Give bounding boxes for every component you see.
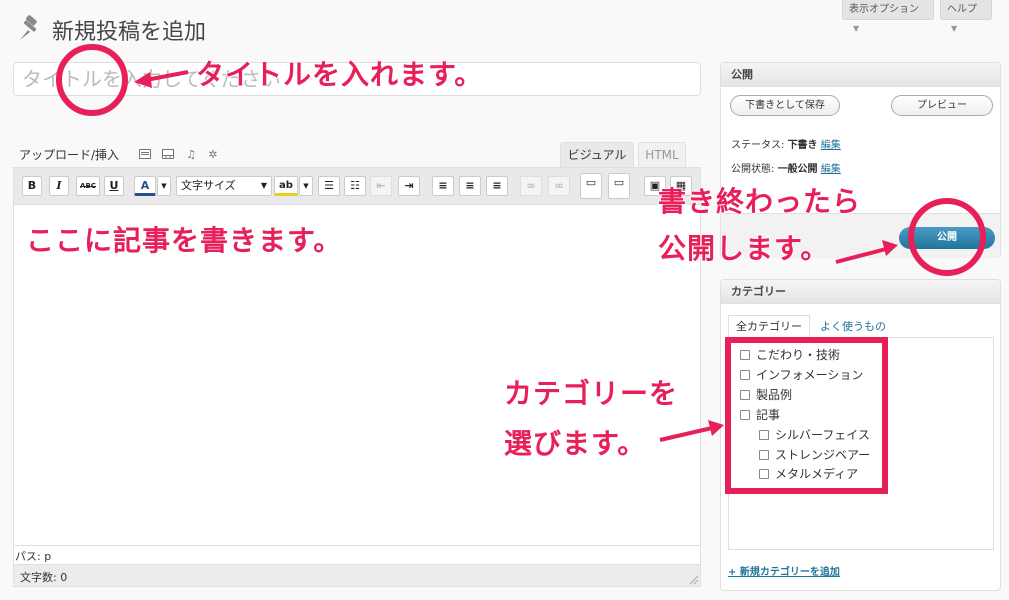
category-label: ストレンジベアー — [775, 448, 871, 462]
category-label: 製品例 — [756, 388, 793, 402]
screen-options-button[interactable]: 表示オプション ▼ — [842, 0, 934, 33]
category-annotation-line2: 選びます。 — [503, 426, 647, 461]
category-item[interactable]: こだわり・技術 — [740, 346, 840, 363]
category-item[interactable]: 記事 — [740, 406, 780, 423]
checkbox[interactable] — [759, 430, 769, 440]
text-color-dropdown[interactable]: ▼ — [157, 176, 171, 196]
link-button[interactable]: ∞ — [520, 176, 542, 196]
publish-box-heading: 公開 — [721, 63, 1000, 87]
numbered-list-button[interactable]: ☷ — [344, 176, 366, 196]
bold-button[interactable]: B — [22, 176, 42, 196]
editor-toolbar: B I ABC U A ▼ 文字サイズ ▼ ab ▼ ☰ ☷ ⇤ ⇥ ≡ ≡ ≡ … — [13, 167, 701, 205]
visibility-row: 公開状態: 一般公開 編集 — [731, 160, 841, 175]
visibility-edit-link[interactable]: 編集 — [821, 164, 841, 175]
font-size-select[interactable]: 文字サイズ ▼ — [176, 176, 272, 196]
category-item[interactable]: ストレンジベアー — [759, 446, 870, 463]
screen-options-label: 表示オプション — [849, 4, 919, 15]
category-label: インフォメーション — [756, 368, 864, 382]
body-annotation: ここに記事を書きます。 — [25, 223, 343, 258]
add-new-category-link[interactable]: + 新規カテゴリーを追加 — [728, 563, 840, 578]
category-item[interactable]: 製品例 — [740, 386, 792, 403]
category-label: メタルメディア — [775, 467, 859, 481]
save-draft-button[interactable]: 下書きとして保存 — [730, 95, 840, 116]
media-icon[interactable]: ✲ — [206, 147, 220, 161]
checkbox[interactable] — [740, 390, 750, 400]
status-edit-link[interactable]: 編集 — [821, 140, 841, 151]
chevron-down-icon: ▼ — [260, 181, 267, 190]
paste-dropdown[interactable]: ▼ — [299, 176, 313, 196]
upload-insert-label: アップロード/挿入 — [19, 148, 120, 162]
help-label: ヘルプ — [947, 4, 977, 15]
checkbox[interactable] — [759, 450, 769, 460]
tab-all-categories[interactable]: 全カテゴリー — [728, 315, 810, 337]
checkbox[interactable] — [740, 410, 750, 420]
status-label: ステータス: — [731, 140, 785, 151]
visibility-label: 公開状態: — [731, 164, 775, 175]
tab-html[interactable]: HTML — [638, 142, 686, 167]
resize-handle-icon[interactable] — [688, 574, 699, 585]
publish-annotation-line1: 書き終わったら — [657, 184, 862, 219]
category-annotation-line1: カテゴリーを — [503, 376, 679, 411]
pin-icon — [20, 15, 37, 40]
visibility-value: 一般公開 — [777, 164, 818, 175]
align-left-button[interactable]: ≡ — [432, 176, 454, 196]
publish-button[interactable]: 公開 — [899, 227, 995, 249]
category-item[interactable]: メタルメディア — [759, 465, 858, 482]
status-value: 下書き — [787, 140, 818, 151]
chevron-down-icon: ▼ — [951, 24, 958, 33]
category-label: 記事 — [756, 408, 781, 422]
title-annotation: タイトルを入れます。 — [195, 57, 484, 92]
category-label: シルバーフェイス — [775, 428, 870, 442]
word-count: 文字数: 0 — [13, 565, 701, 587]
underline-button[interactable]: U — [104, 176, 124, 196]
help-button[interactable]: ヘルプ ▼ — [940, 0, 992, 33]
font-size-select-label: 文字サイズ — [181, 179, 236, 192]
path-bar: パス: p — [13, 545, 701, 565]
align-right-button[interactable]: ≡ — [486, 176, 508, 196]
tab-popular-categories[interactable]: よく使うもの — [820, 318, 886, 334]
paste-word-button[interactable]: ab — [274, 176, 298, 196]
music-icon[interactable]: ♫ — [184, 147, 198, 161]
preview-button[interactable]: プレビュー — [891, 95, 993, 116]
page-title: 新規投稿を追加 — [52, 20, 207, 45]
category-label: こだわり・技術 — [756, 348, 841, 362]
category-box-heading: カテゴリー — [721, 280, 1000, 304]
insert-more-button[interactable]: ▭ — [580, 173, 602, 199]
align-center-button[interactable]: ≡ — [459, 176, 481, 196]
image-icon[interactable] — [138, 147, 152, 161]
strikethrough-button[interactable]: ABC — [76, 176, 100, 196]
tab-visual[interactable]: ビジュアル — [560, 142, 634, 167]
checkbox[interactable] — [740, 350, 750, 360]
italic-button[interactable]: I — [49, 176, 69, 196]
page-break-button[interactable]: ▭ — [608, 173, 630, 199]
video-icon[interactable] — [161, 147, 175, 161]
text-color-button[interactable]: A — [134, 176, 156, 196]
category-item[interactable]: シルバーフェイス — [759, 426, 870, 443]
checkbox[interactable] — [740, 370, 750, 380]
chevron-down-icon: ▼ — [853, 24, 860, 33]
checkbox[interactable] — [759, 469, 769, 479]
outdent-button[interactable]: ⇤ — [370, 176, 392, 196]
category-item[interactable]: インフォメーション — [740, 366, 863, 383]
unlink-button[interactable]: ∞ — [548, 176, 570, 196]
bullet-list-button[interactable]: ☰ — [318, 176, 340, 196]
indent-button[interactable]: ⇥ — [398, 176, 420, 196]
status-row: ステータス: 下書き 編集 — [731, 136, 841, 151]
publish-annotation-line2: 公開します。 — [657, 231, 830, 266]
